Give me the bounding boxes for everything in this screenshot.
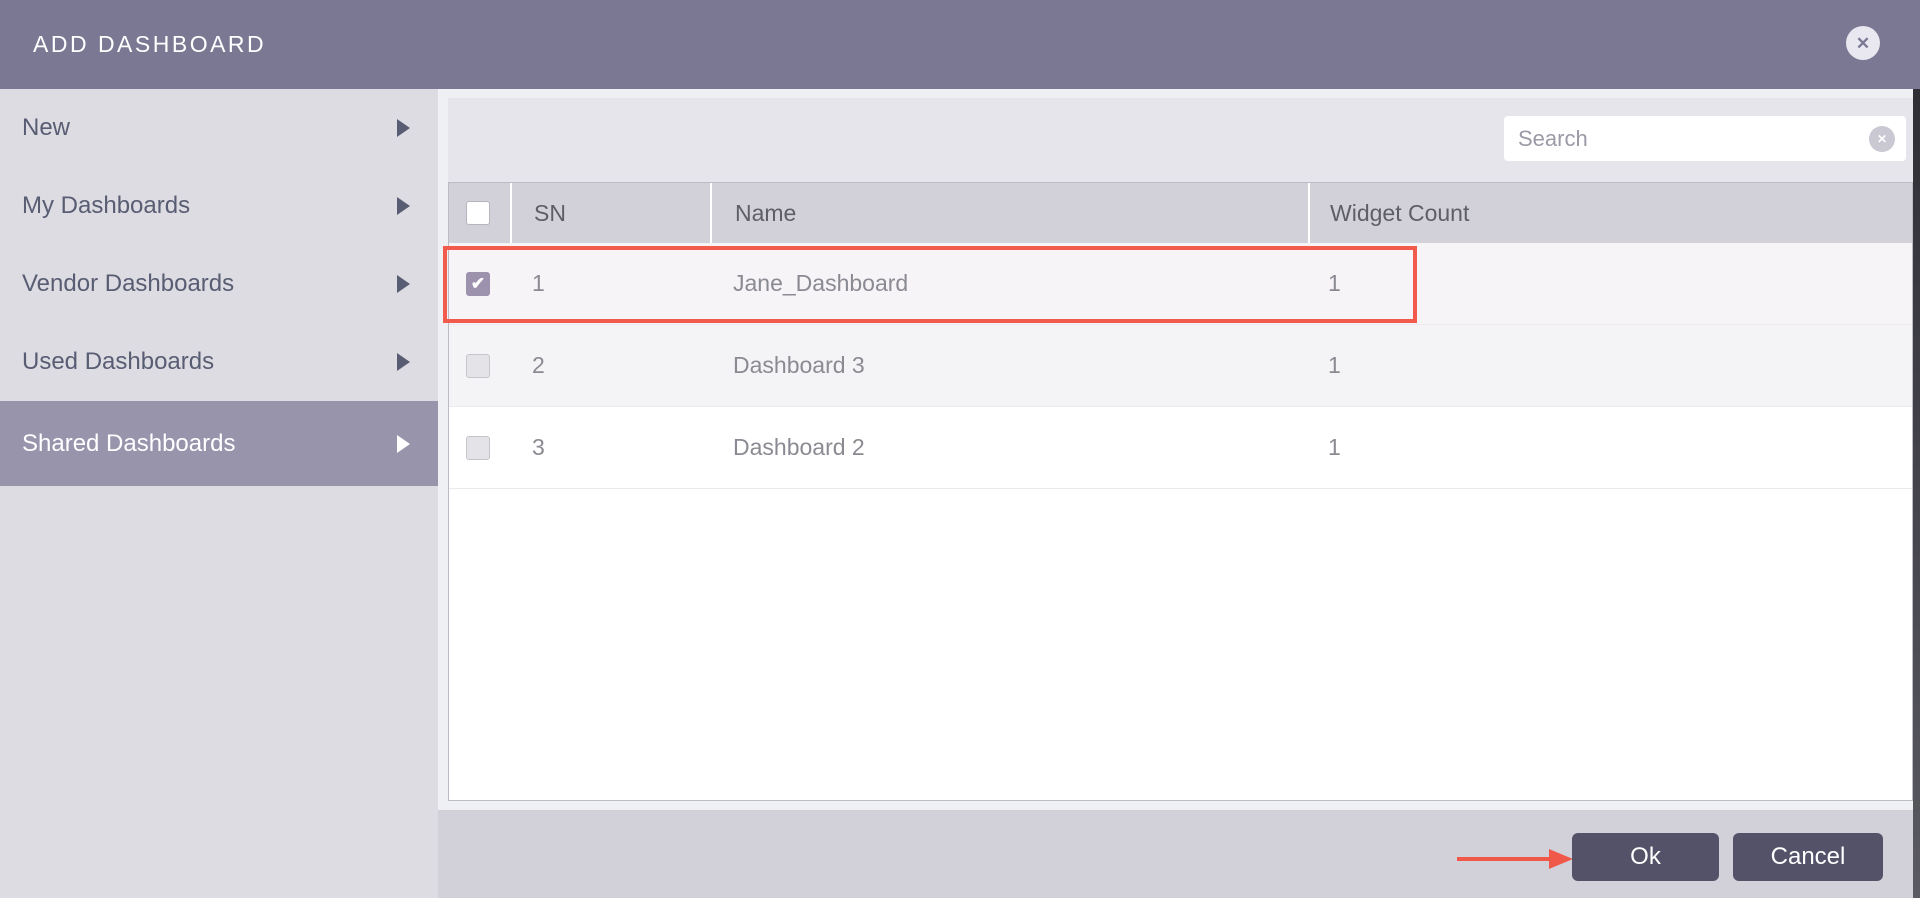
cell-widget-count: 1	[1308, 325, 1912, 406]
column-header-name: Name	[710, 183, 1308, 243]
sidebar-item-label: New	[22, 114, 70, 142]
search-clear-button[interactable]: ✕	[1869, 126, 1895, 152]
select-all-checkbox[interactable]	[466, 201, 490, 225]
sidebar-item-shared-dashboards[interactable]: Shared Dashboards	[0, 401, 438, 486]
cell-name: Dashboard 2	[710, 407, 1308, 488]
sidebar-item-label: Used Dashboards	[22, 348, 214, 376]
checkmark-icon: ✔	[471, 275, 485, 292]
row-checkbox-cell	[449, 325, 510, 406]
table-row[interactable]: 3 Dashboard 2 1	[449, 407, 1912, 489]
modal-footer: Ok Cancel	[438, 810, 1913, 898]
page-background-edge	[1913, 89, 1920, 898]
sidebar-item-vendor-dashboards[interactable]: Vendor Dashboards	[0, 245, 438, 323]
chevron-right-icon	[397, 119, 410, 137]
chevron-right-icon	[397, 197, 410, 215]
sidebar-item-used-dashboards[interactable]: Used Dashboards	[0, 323, 438, 401]
cell-sn: 3	[510, 407, 710, 488]
header-checkbox-cell	[449, 183, 510, 243]
cell-name: Dashboard 3	[710, 325, 1308, 406]
sidebar-item-my-dashboards[interactable]: My Dashboards	[0, 167, 438, 245]
table-row[interactable]: ✔ 1 Jane_Dashboard 1	[449, 243, 1912, 325]
modal-title: ADD DASHBOARD	[33, 31, 266, 58]
chevron-right-icon	[397, 435, 410, 453]
cell-widget-count: 1	[1308, 243, 1912, 324]
column-header-sn: SN	[510, 183, 710, 243]
row-checkbox-unchecked[interactable]	[466, 354, 490, 378]
cell-widget-count: 1	[1308, 407, 1912, 488]
column-header-widget-count: Widget Count	[1308, 183, 1912, 243]
table-row[interactable]: 2 Dashboard 3 1	[449, 325, 1912, 407]
search-input[interactable]	[1504, 116, 1869, 161]
close-button[interactable]: ✕	[1846, 26, 1880, 60]
row-checkbox-unchecked[interactable]	[466, 436, 490, 460]
close-icon: ✕	[1856, 35, 1870, 52]
cell-name: Jane_Dashboard	[710, 243, 1308, 324]
dashboards-table: SN Name Widget Count ✔ 1 Jane_Dashboard …	[448, 182, 1913, 801]
clear-x-icon: ✕	[1877, 133, 1887, 145]
annotation-arrow-icon	[1457, 847, 1573, 871]
sidebar-item-label: My Dashboards	[22, 192, 190, 220]
toolbar: ✕	[448, 98, 1913, 182]
sidebar-item-new[interactable]: New	[0, 89, 438, 167]
cell-sn: 2	[510, 325, 710, 406]
search-box: ✕	[1504, 116, 1906, 161]
add-dashboard-modal: ADD DASHBOARD ✕ New My Dashboards Vendor…	[0, 0, 1920, 898]
cancel-button[interactable]: Cancel	[1733, 833, 1883, 881]
sidebar-item-label: Shared Dashboards	[22, 430, 235, 458]
ok-button[interactable]: Ok	[1572, 833, 1719, 881]
table-header-row: SN Name Widget Count	[449, 183, 1912, 243]
chevron-right-icon	[397, 353, 410, 371]
row-checkbox-cell	[449, 407, 510, 488]
cell-sn: 1	[510, 243, 710, 324]
main-panel: ✕ SN Name Widget Count ✔ 1 Jan	[438, 89, 1913, 898]
chevron-right-icon	[397, 275, 410, 293]
modal-titlebar: ADD DASHBOARD ✕	[0, 0, 1920, 89]
row-checkbox-checked[interactable]: ✔	[466, 272, 490, 296]
row-checkbox-cell: ✔	[449, 243, 510, 324]
sidebar: New My Dashboards Vendor Dashboards Used…	[0, 89, 438, 898]
sidebar-item-label: Vendor Dashboards	[22, 270, 234, 298]
